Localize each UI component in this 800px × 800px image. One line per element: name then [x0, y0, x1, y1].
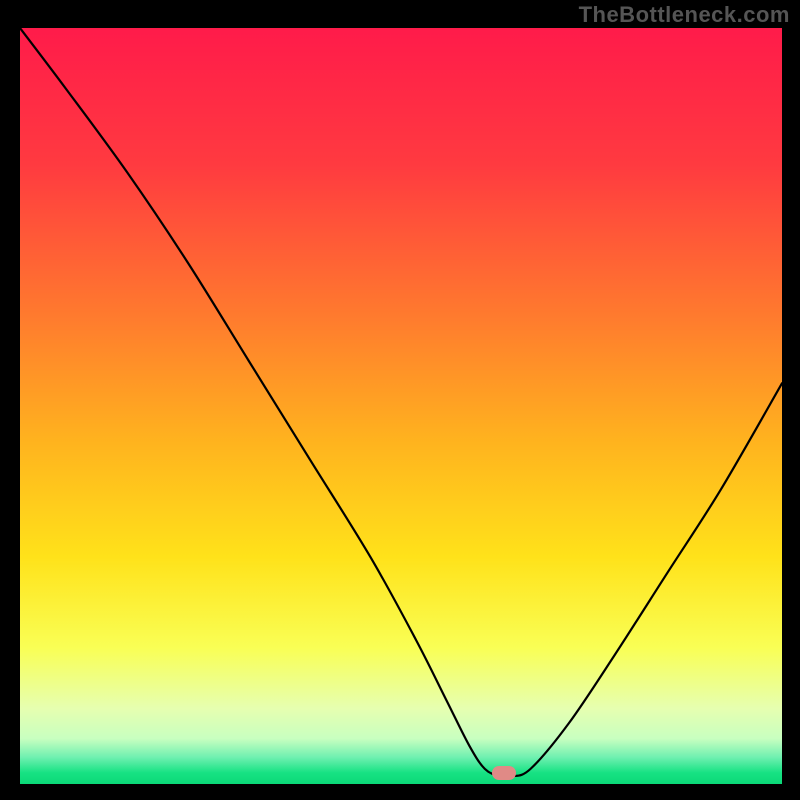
bottleneck-chart — [20, 28, 782, 784]
optimal-point-marker — [492, 766, 516, 780]
chart-stage: TheBottleneck.com — [0, 0, 800, 800]
plot-area — [20, 28, 782, 784]
site-watermark: TheBottleneck.com — [579, 2, 790, 28]
gradient-background — [20, 28, 782, 784]
